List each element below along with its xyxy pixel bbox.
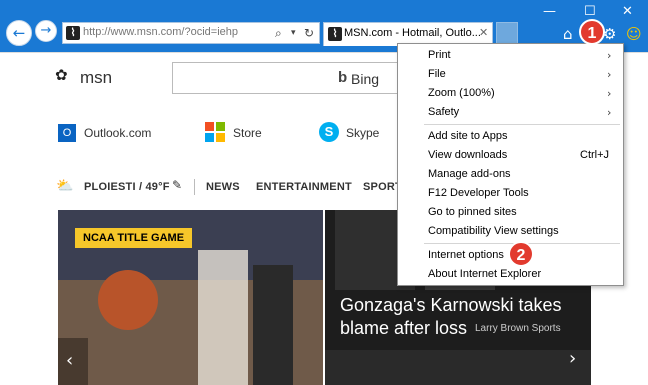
- tab-favicon-icon: ⌇: [328, 27, 342, 41]
- bing-label: Bing: [351, 71, 380, 87]
- outlook-icon: O: [58, 124, 76, 142]
- submenu-arrow-icon: ›: [607, 106, 612, 119]
- submenu-arrow-icon: ›: [607, 87, 612, 100]
- dropdown-icon[interactable]: ▾: [291, 26, 296, 40]
- menu-item-internet-options[interactable]: Internet options: [428, 249, 504, 261]
- weather-cloud-icon: ⛅: [56, 178, 74, 194]
- carousel-prev-icon[interactable]: ‹: [66, 350, 73, 371]
- shortcut-view-downloads: Ctrl+J: [580, 149, 610, 161]
- gear-icon[interactable]: ⚙: [603, 25, 616, 43]
- link-skype[interactable]: Skype: [346, 126, 379, 140]
- search-icon[interactable]: ⌕: [275, 26, 282, 40]
- menu-item-safety[interactable]: Safety: [428, 106, 459, 118]
- menu-item-f12-tools[interactable]: F12 Developer Tools: [428, 187, 529, 199]
- menu-item-about-ie[interactable]: About Internet Explorer: [428, 268, 541, 280]
- close-window-icon[interactable]: ✕: [622, 4, 633, 19]
- msn-favicon-icon: ⌇: [66, 26, 80, 40]
- submenu-arrow-icon: ›: [607, 49, 612, 62]
- edit-pencil-icon[interactable]: ✎: [172, 178, 182, 192]
- menu-divider: [424, 124, 620, 125]
- tab-title: MSN.com - Hotmail, Outlo...: [344, 27, 481, 39]
- menu-item-compat-view[interactable]: Compatibility View settings: [428, 225, 559, 237]
- menu-item-print[interactable]: Print: [428, 49, 451, 61]
- link-store[interactable]: Store: [233, 126, 262, 140]
- address-bar[interactable]: ⌇ http://www.msn.com/?ocid=iehp ⌕ ▾ ↻: [62, 22, 320, 44]
- menu-item-file[interactable]: File: [428, 68, 446, 80]
- callout-marker: 2: [508, 241, 534, 267]
- maximize-icon[interactable]: ☐: [584, 4, 596, 19]
- refresh-icon[interactable]: ↻: [304, 26, 314, 40]
- news-source: Larry Brown Sports: [475, 323, 561, 334]
- news-badge: NCAA TITLE GAME: [75, 228, 193, 248]
- menu-item-pinned-sites[interactable]: Go to pinned sites: [428, 206, 517, 218]
- link-outlook[interactable]: Outlook.com: [84, 126, 151, 140]
- forward-button[interactable]: →: [35, 20, 57, 42]
- address-text: http://www.msn.com/?ocid=iehp: [83, 26, 238, 38]
- callout-marker: 1: [579, 19, 605, 45]
- menu-item-manage-addons[interactable]: Manage add-ons: [428, 168, 511, 180]
- divider: [194, 179, 195, 195]
- minimize-icon[interactable]: —: [543, 4, 556, 19]
- msn-logo-text[interactable]: msn: [80, 68, 112, 88]
- store-icon: [205, 122, 225, 142]
- menu-item-add-site[interactable]: Add site to Apps: [428, 130, 508, 142]
- home-icon[interactable]: ⌂: [563, 25, 573, 43]
- basketball-image: [98, 270, 158, 330]
- submenu-arrow-icon: ›: [607, 68, 612, 81]
- smiley-feedback-icon[interactable]: ☺: [626, 25, 642, 43]
- skype-icon: S: [319, 122, 339, 142]
- search-input[interactable]: b Bing: [172, 62, 404, 94]
- nav-news[interactable]: NEWS: [206, 181, 240, 193]
- msn-butterfly-icon: ✿: [55, 66, 68, 84]
- carousel-next-icon[interactable]: ›: [569, 348, 576, 369]
- nav-entertainment[interactable]: ENTERTAINMENT: [256, 181, 352, 193]
- bing-icon: b: [338, 69, 348, 86]
- back-button[interactable]: ←: [6, 20, 32, 46]
- menu-item-view-downloads[interactable]: View downloads: [428, 149, 507, 161]
- close-tab-icon[interactable]: ✕: [479, 26, 488, 39]
- weather-location[interactable]: PLOIESTI / 49°F: [84, 181, 170, 193]
- menu-item-zoom[interactable]: Zoom (100%): [428, 87, 495, 99]
